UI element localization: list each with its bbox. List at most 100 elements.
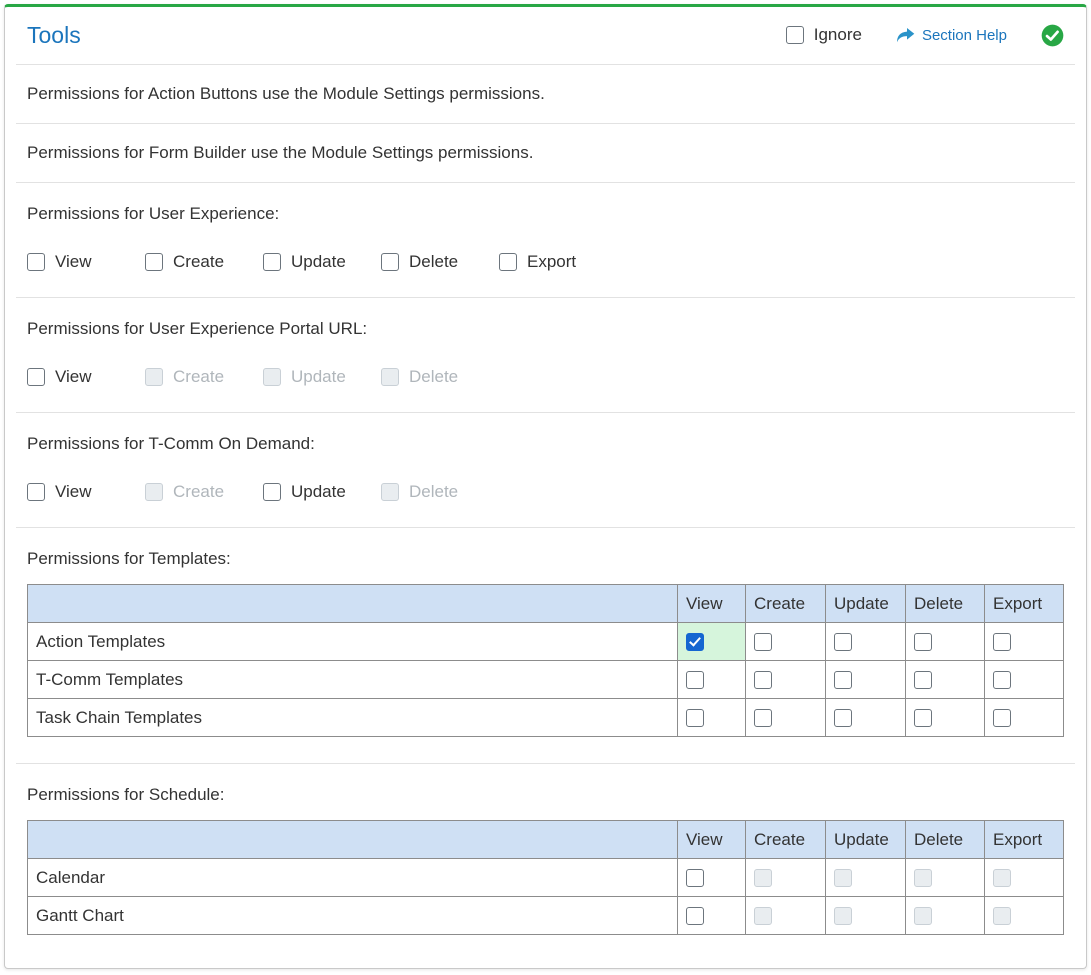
heading-user-experience: Permissions for User Experience: — [27, 204, 280, 223]
delete-checkbox[interactable] — [381, 253, 399, 271]
create-label: Create — [173, 367, 225, 386]
delete-cell[interactable] — [914, 632, 976, 651]
create-cell[interactable] — [754, 632, 817, 651]
create-cell — [754, 906, 817, 925]
permission-checkbox — [754, 868, 772, 887]
permission-checkbox[interactable] — [686, 670, 704, 689]
ignore-label: Ignore — [813, 25, 862, 44]
delete-cell[interactable] — [914, 670, 976, 689]
export-cell[interactable] — [993, 670, 1055, 689]
empty-header-cell — [27, 584, 678, 623]
view-cell[interactable] — [686, 906, 737, 925]
schedule-permissions-table: View Create Update Delete Export Calenda… — [27, 820, 1064, 935]
column-header-update: Update — [825, 584, 906, 623]
export-cell[interactable] — [993, 708, 1055, 727]
permission-checkbox[interactable] — [993, 708, 1011, 727]
table-row: Gantt Chart — [27, 896, 1064, 935]
permission-checkbox — [993, 906, 1011, 925]
permission-checkbox[interactable] — [914, 708, 932, 727]
note-form-builder: Permissions for Form Builder use the Mod… — [27, 143, 534, 162]
create-option: Create — [145, 367, 263, 387]
permission-checkbox[interactable] — [754, 670, 772, 689]
permission-checkbox[interactable] — [834, 632, 852, 651]
column-header-delete: Delete — [905, 820, 985, 859]
row-label: Action Templates — [27, 622, 678, 661]
delete-label: Delete — [409, 482, 459, 501]
view-checkbox[interactable] — [27, 368, 45, 386]
permission-checkbox[interactable] — [686, 868, 704, 887]
permission-checkbox[interactable] — [686, 906, 704, 925]
permission-checkbox[interactable] — [914, 632, 932, 651]
permission-checkbox[interactable] — [834, 708, 852, 727]
table-row: Calendar — [27, 858, 1064, 897]
export-checkbox[interactable] — [499, 253, 517, 271]
empty-header-cell — [27, 820, 678, 859]
update-label: Update — [291, 482, 346, 501]
heading-schedule: Permissions for Schedule: — [27, 785, 225, 804]
view-option[interactable]: View — [27, 482, 145, 502]
row-label: Gantt Chart — [27, 896, 678, 935]
table-row: T-Comm Templates — [27, 660, 1064, 699]
view-checkbox[interactable] — [27, 253, 45, 271]
column-header-create: Create — [745, 584, 826, 623]
update-cell[interactable] — [834, 670, 897, 689]
heading-tcomm-on-demand: Permissions for T-Comm On Demand: — [27, 434, 315, 453]
view-cell[interactable] — [686, 868, 737, 887]
permission-checkbox[interactable] — [914, 670, 932, 689]
permission-checkbox[interactable] — [754, 708, 772, 727]
update-cell — [834, 868, 897, 887]
update-cell[interactable] — [834, 708, 897, 727]
update-option[interactable]: Update — [263, 482, 381, 502]
row-label: Task Chain Templates — [27, 698, 678, 737]
permission-checkbox[interactable] — [754, 632, 772, 651]
view-cell[interactable] — [686, 632, 737, 651]
export-cell[interactable] — [993, 632, 1055, 651]
export-cell — [993, 906, 1055, 925]
permission-checkbox[interactable] — [686, 708, 704, 727]
column-header-delete: Delete — [905, 584, 985, 623]
permission-checkbox[interactable] — [686, 632, 704, 651]
create-option[interactable]: Create — [145, 252, 263, 272]
permission-checkbox — [993, 868, 1011, 887]
delete-label: Delete — [409, 252, 459, 271]
create-cell — [754, 868, 817, 887]
create-cell[interactable] — [754, 708, 817, 727]
create-checkbox[interactable] — [145, 253, 163, 271]
section-help-link[interactable]: Section Help — [896, 27, 1007, 44]
note-action-buttons: Permissions for Action Buttons use the M… — [27, 84, 545, 103]
table-header-row: View Create Update Delete Export — [27, 584, 1064, 623]
tools-section-panel: Tools Ignore Section Help Permissions fo… — [4, 4, 1087, 969]
delete-option: Delete — [381, 367, 499, 387]
section-complete-icon — [1041, 24, 1064, 47]
permission-checkbox[interactable] — [993, 632, 1011, 651]
tcomm-on-demand-permissions: View Create Update Delete — [5, 455, 1086, 527]
delete-cell[interactable] — [914, 708, 976, 727]
update-checkbox[interactable] — [263, 253, 281, 271]
permission-checkbox — [914, 868, 932, 887]
create-checkbox — [145, 368, 163, 386]
permission-checkbox[interactable] — [993, 670, 1011, 689]
update-checkbox[interactable] — [263, 483, 281, 501]
column-header-update: Update — [825, 820, 906, 859]
view-option[interactable]: View — [27, 367, 145, 387]
view-checkbox[interactable] — [27, 483, 45, 501]
templates-permissions-table: View Create Update Delete Export Action … — [27, 584, 1064, 737]
view-cell[interactable] — [686, 670, 737, 689]
view-cell[interactable] — [686, 708, 737, 727]
update-option[interactable]: Update — [263, 252, 381, 272]
table-row: Task Chain Templates — [27, 698, 1064, 737]
update-cell — [834, 906, 897, 925]
create-option: Create — [145, 482, 263, 502]
export-label: Export — [527, 252, 577, 271]
permission-checkbox — [754, 906, 772, 925]
export-option[interactable]: Export — [499, 252, 617, 272]
column-header-view: View — [677, 820, 746, 859]
delete-option[interactable]: Delete — [381, 252, 499, 272]
update-cell[interactable] — [834, 632, 897, 651]
create-cell[interactable] — [754, 670, 817, 689]
view-option[interactable]: View — [27, 252, 145, 272]
permission-checkbox[interactable] — [834, 670, 852, 689]
ignore-control[interactable]: Ignore — [785, 25, 862, 45]
delete-checkbox — [381, 368, 399, 386]
ignore-checkbox[interactable] — [785, 26, 804, 44]
